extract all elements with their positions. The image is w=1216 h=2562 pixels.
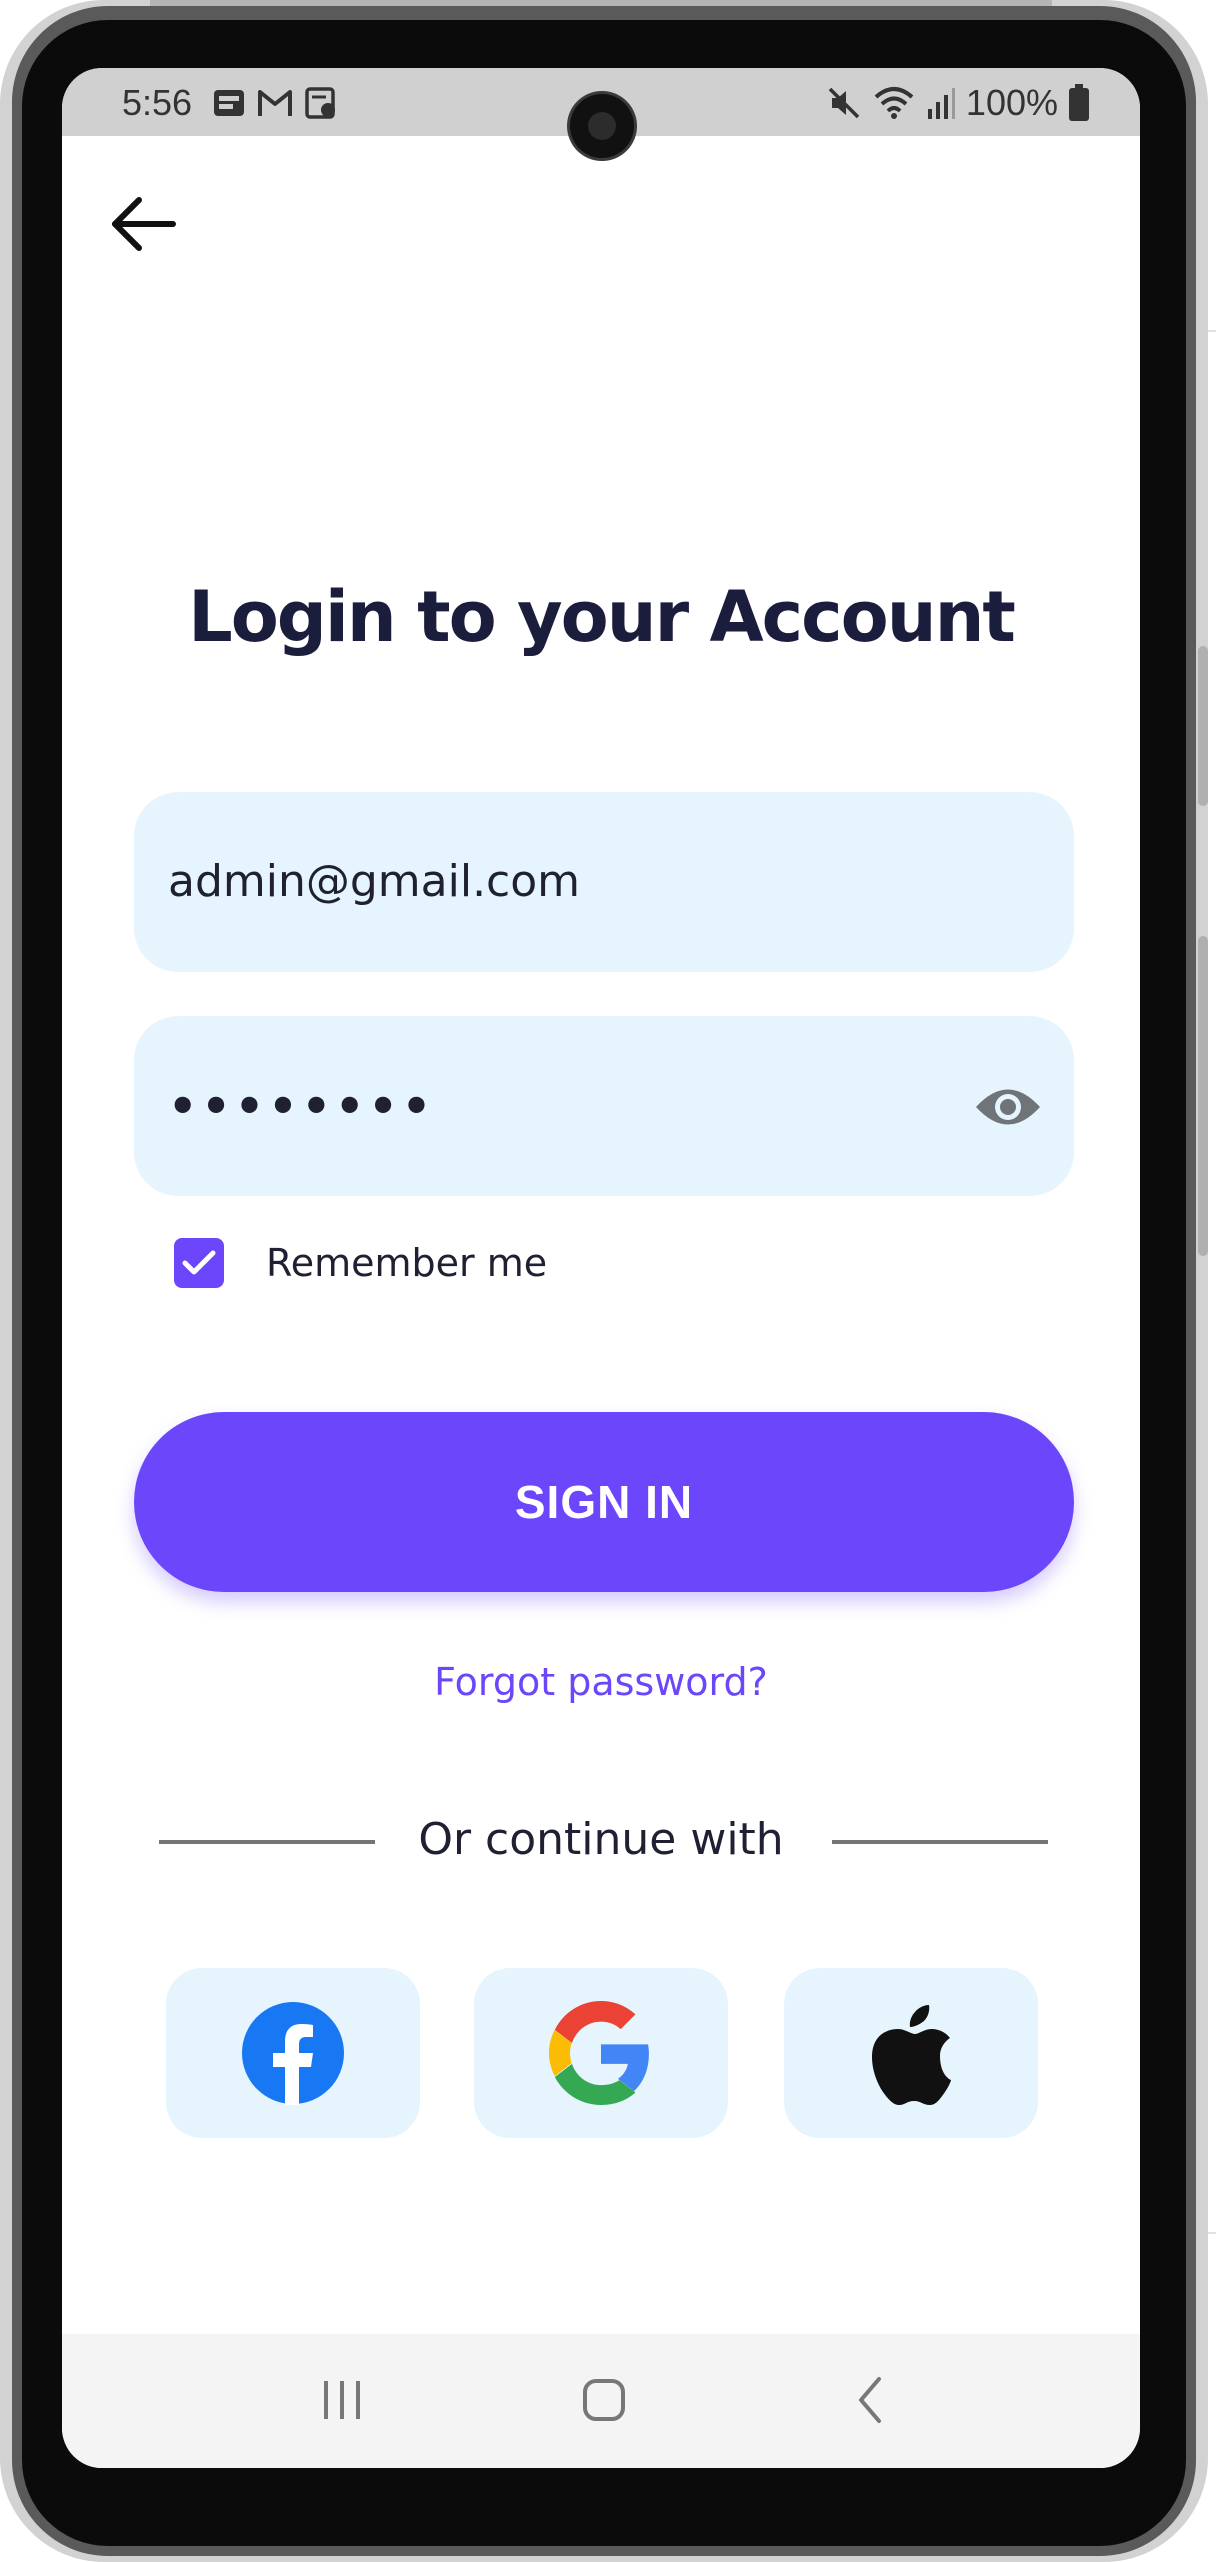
front-camera <box>570 94 634 158</box>
divider-line-right <box>832 1840 1048 1844</box>
home-button[interactable] <box>564 2364 644 2436</box>
email-field[interactable]: admin@gmail.com <box>134 792 1074 972</box>
task-icon <box>305 87 335 119</box>
arrow-left-icon <box>112 197 176 251</box>
home-icon <box>583 2379 625 2421</box>
password-visibility-toggle[interactable] <box>972 1071 1044 1143</box>
facebook-icon <box>242 2002 344 2105</box>
apple-login-button[interactable] <box>784 1968 1038 2138</box>
back-nav-icon <box>859 2377 881 2423</box>
apple-icon <box>872 2005 951 2105</box>
google-login-button[interactable] <box>474 1968 728 2138</box>
password-value: •••••••• <box>168 1079 436 1133</box>
wifi-icon <box>874 87 914 119</box>
sign-in-label: SIGN IN <box>514 1476 694 1528</box>
battery-icon <box>1069 84 1089 121</box>
notification-app-icon <box>214 90 244 116</box>
sign-in-button[interactable]: SIGN IN <box>134 1412 1074 1592</box>
back-button[interactable] <box>98 178 190 270</box>
device-frame: 5:56 100% Login to your Account admin@gm… <box>0 0 1208 2562</box>
remember-me-label: Remember me <box>266 1241 548 1285</box>
volume-button <box>1198 646 1208 806</box>
status-notification-icons <box>212 86 338 120</box>
recent-apps-button[interactable] <box>302 2364 382 2436</box>
mute-icon <box>828 87 860 119</box>
phone-screen: 5:56 100% Login to your Account admin@gm… <box>62 68 1140 2468</box>
google-icon <box>549 2001 649 2105</box>
status-system-icons: 100% <box>826 82 1090 124</box>
eye-icon <box>976 1089 1040 1125</box>
power-button <box>1198 936 1208 1256</box>
status-time: 5:56 <box>122 82 193 123</box>
navigation-bar <box>62 2334 1140 2468</box>
remember-me-row: Remember me <box>174 1238 547 1288</box>
battery-percentage: 100% <box>965 82 1058 123</box>
email-value: admin@gmail.com <box>168 856 581 907</box>
signal-icon <box>927 88 955 119</box>
remember-me-checkbox[interactable] <box>174 1238 224 1288</box>
recent-apps-icon <box>324 2381 360 2419</box>
password-field[interactable]: •••••••• <box>134 1016 1074 1196</box>
page-title: Login to your Account <box>188 576 1016 658</box>
facebook-login-button[interactable] <box>166 1968 420 2138</box>
gmail-icon <box>258 90 292 116</box>
forgot-password-link[interactable]: Forgot password? <box>62 1660 1140 1704</box>
checkmark-icon <box>182 1250 216 1275</box>
system-back-button[interactable] <box>830 2364 910 2436</box>
